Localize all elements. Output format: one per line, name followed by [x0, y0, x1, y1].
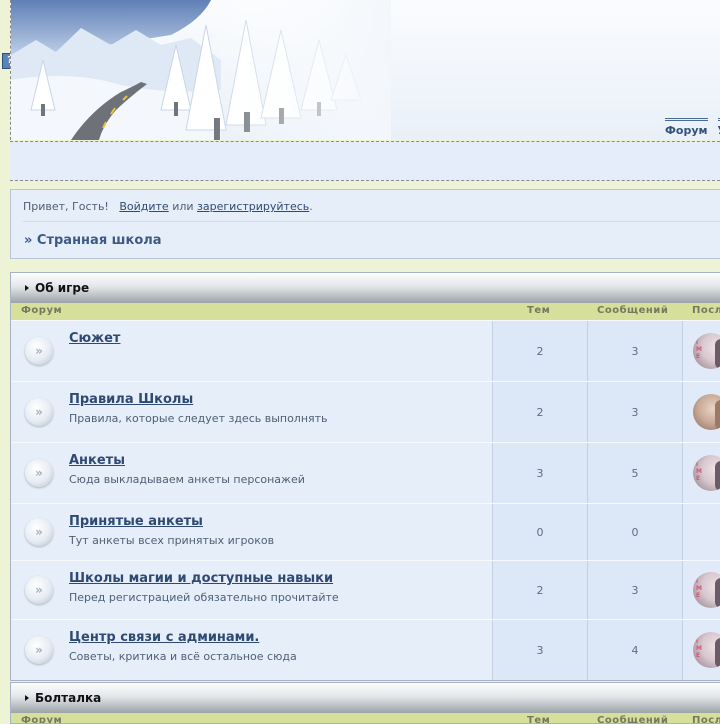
forum-title-link[interactable]: Сюжет	[69, 331, 120, 346]
forum-status-icon: »	[25, 459, 53, 487]
posts-count: 4	[587, 620, 682, 680]
col-last: Посл	[692, 305, 720, 316]
category-block: Болталка Форум Тем Сообщений Посл	[10, 682, 720, 724]
last-poster-avatar[interactable]	[693, 394, 720, 430]
last-post-cell	[682, 561, 720, 619]
col-forum: Форум	[21, 305, 63, 316]
forum-title-link[interactable]: Принятые анкеты	[69, 514, 203, 529]
forum-description: Советы, критика и всё остальное сюда	[69, 650, 297, 663]
forum-title-link[interactable]: Анкеты	[69, 453, 125, 468]
forum-status-icon: »	[25, 636, 53, 664]
forum-status-icon: »	[25, 518, 53, 546]
col-posts: Сообщений	[597, 715, 669, 724]
greeting-text: Привет, Гость!	[23, 200, 109, 213]
forum-title-link[interactable]: Школы магии и доступные навыки	[69, 571, 333, 586]
forum-description: Перед регистрацией обязательно прочитайт…	[69, 591, 339, 604]
col-topics: Тем	[527, 305, 551, 316]
topics-count: 3	[492, 620, 587, 680]
column-headers: Форум Тем Сообщений Посл	[11, 303, 720, 320]
forum-title-link[interactable]: Правила Школы	[69, 392, 193, 407]
last-poster-avatar[interactable]	[693, 333, 720, 369]
forum-row: » Правила Школы Правила, которые следует…	[11, 381, 720, 442]
topics-count: 2	[492, 321, 587, 381]
top-navigation: ФорумУч	[665, 118, 720, 137]
forum-row: » Принятые анкеты Тут анкеты всех принят…	[11, 503, 720, 560]
last-post-cell	[682, 620, 720, 680]
register-link[interactable]: зарегистрируйтесь	[197, 200, 309, 213]
topics-count: 3	[492, 443, 587, 503]
category-header[interactable]: Об игре	[11, 273, 720, 303]
last-post-cell	[682, 321, 720, 381]
posts-count: 3	[587, 561, 682, 619]
category-title: Об игре	[35, 281, 90, 295]
forum-description: Тут анкеты всех принятых игроков	[69, 534, 275, 547]
announcement-band	[10, 141, 720, 181]
or-text: или	[172, 200, 194, 213]
forum-description: Сюда выкладываем анкеты персонажей	[69, 473, 305, 486]
last-poster-avatar[interactable]	[693, 632, 720, 668]
posts-count: 3	[587, 382, 682, 442]
welcome-panel: Привет, Гость! Войдите или зарегистрируй…	[10, 189, 720, 259]
forum-row: » Школы магии и доступные навыки Перед р…	[11, 560, 720, 619]
welcome-line: Привет, Гость! Войдите или зарегистрируй…	[23, 200, 720, 222]
forum-title-link[interactable]: Центр связи с админами.	[69, 630, 259, 645]
last-poster-avatar[interactable]	[693, 455, 720, 491]
topics-count: 0	[492, 504, 587, 560]
posts-count: 0	[587, 504, 682, 560]
last-post-cell	[682, 443, 720, 503]
last-post-cell	[682, 504, 720, 560]
breadcrumb[interactable]: » Странная школа	[24, 233, 162, 248]
forum-row: » Анкеты Сюда выкладываем анкеты персона…	[11, 442, 720, 503]
category-block: Об игре Форум Тем Сообщений Посл » Сюжет…	[10, 272, 720, 681]
last-post-cell	[682, 382, 720, 442]
period-text: .	[309, 200, 313, 213]
category-header[interactable]: Болталка	[11, 683, 720, 713]
col-topics: Тем	[527, 715, 551, 724]
header-banner: ФорумУч	[10, 0, 720, 140]
collapse-triangle-icon[interactable]	[25, 284, 29, 291]
col-posts: Сообщений	[597, 305, 669, 316]
forum-status-icon: »	[25, 398, 53, 426]
topics-count: 2	[492, 561, 587, 619]
posts-count: 3	[587, 321, 682, 381]
last-poster-avatar[interactable]	[693, 572, 720, 608]
nav-forum-link[interactable]: Форум	[665, 118, 708, 137]
forum-status-icon: »	[25, 576, 53, 604]
forum-status-icon: »	[25, 337, 53, 365]
login-link[interactable]: Войдите	[119, 200, 168, 213]
posts-count: 5	[587, 443, 682, 503]
col-last: Посл	[692, 715, 720, 724]
topics-count: 2	[492, 382, 587, 442]
forum-row: » Центр связи с админами. Советы, критик…	[11, 619, 720, 680]
col-forum: Форум	[21, 715, 63, 724]
forum-row: » Сюжет 2 3	[11, 320, 720, 381]
column-headers: Форум Тем Сообщений Посл	[11, 713, 720, 724]
collapse-triangle-icon[interactable]	[25, 694, 29, 701]
category-title: Болталка	[35, 691, 102, 705]
forum-description: Правила, которые следует здесь выполнять	[69, 412, 328, 425]
winter-landscape-image	[11, 0, 391, 140]
